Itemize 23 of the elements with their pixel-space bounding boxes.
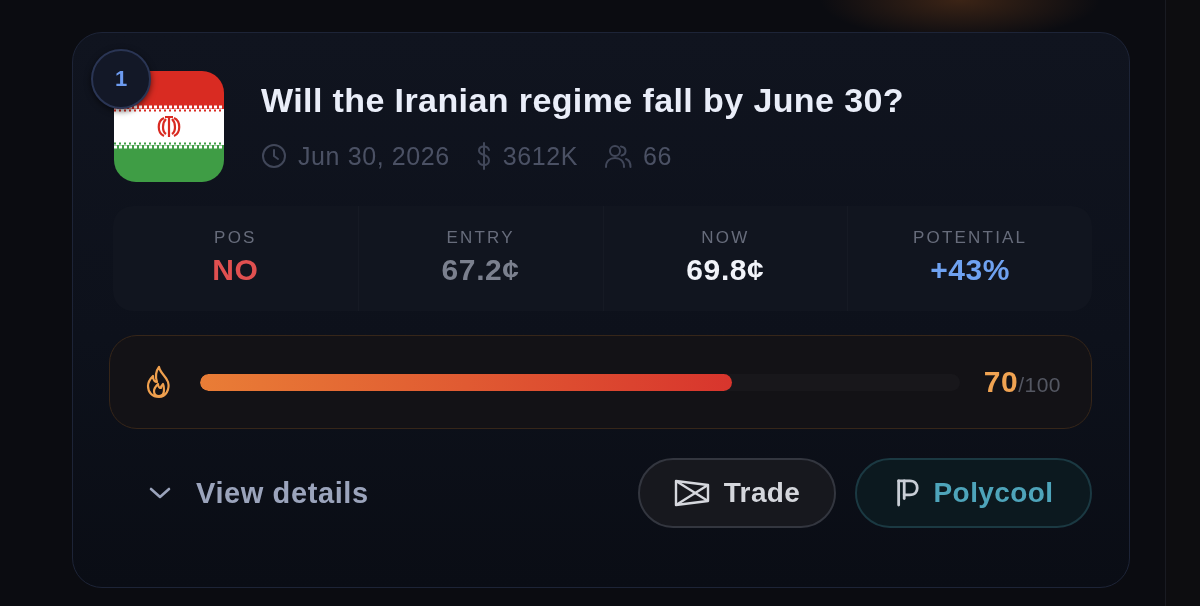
clock-icon [261, 143, 287, 169]
end-date: Jun 30, 2026 [298, 141, 450, 171]
volume: 3612K [502, 141, 579, 171]
market-title: Will the Iranian regime fall by June 30? [261, 80, 904, 121]
score-max: /100 [1018, 373, 1061, 397]
people-icon [604, 143, 633, 169]
rank-badge: 1 [91, 49, 151, 109]
view-details-toggle[interactable]: View details [148, 476, 369, 510]
stat-value: 69.8¢ [686, 253, 765, 287]
trader-count: 66 [643, 141, 673, 171]
polycool-button[interactable]: Polycool [855, 458, 1092, 528]
stat-label: POTENTIAL [913, 228, 1028, 248]
flag-icon [114, 71, 224, 182]
trade-button[interactable]: Trade [638, 458, 836, 528]
score-value: 70 [983, 365, 1019, 399]
stat-value: +43% [930, 253, 1011, 287]
stat-value: NO [212, 253, 259, 287]
stat-label: POS [214, 228, 257, 248]
dollar-icon [475, 142, 492, 170]
stat-value: 67.2¢ [441, 253, 520, 287]
stat-label: ENTRY [446, 228, 515, 248]
stat-label: NOW [701, 228, 750, 248]
ribbon-icon [673, 478, 710, 508]
